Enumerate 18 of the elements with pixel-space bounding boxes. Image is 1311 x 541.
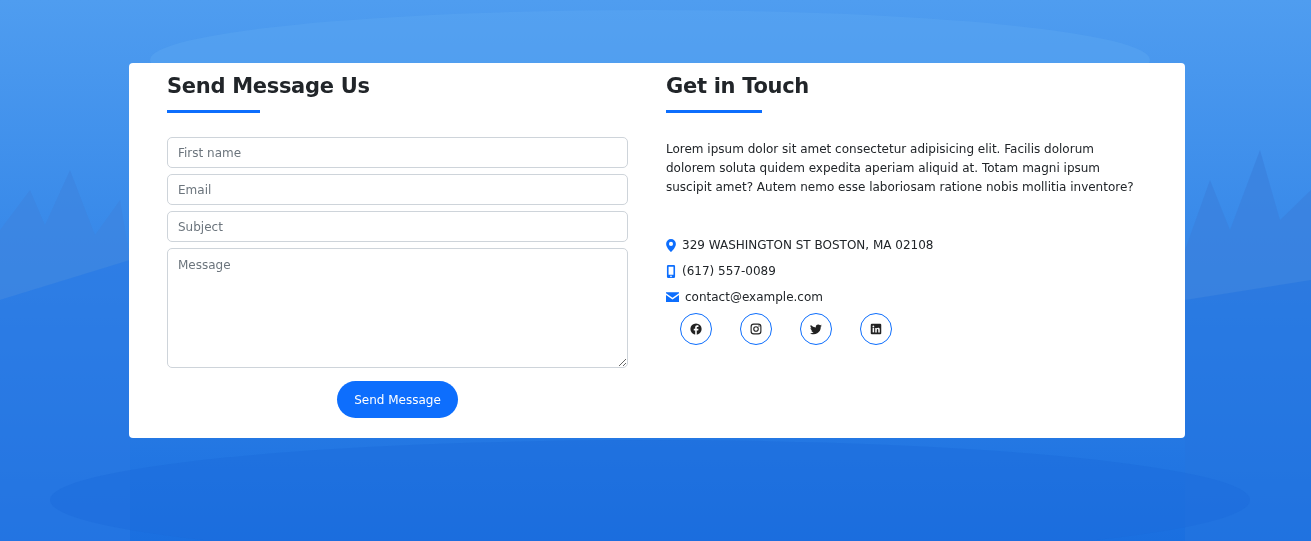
input-field[interactable]: First name <box>167 137 628 168</box>
message-field[interactable]: Message <box>167 248 628 368</box>
section-heading: Get in Touch <box>666 73 810 99</box>
contact-text: contact@example.com <box>685 290 823 304</box>
description-text: Lorem ipsum dolor sit amet consectetur adipisicing elit. Facilis dolorum dolorem soluta quidem expedita aperiam aliquid at. Totam magni ipsum suscipit amet? Autem nemo esse laboriosam ratione nobis mollitia inventore? <box>666 141 1135 196</box>
linkedin-icon <box>870 323 882 335</box>
input-field[interactable]: Subject <box>167 211 628 242</box>
facebook-icon <box>690 323 702 335</box>
section-heading: Send Message Us <box>167 73 371 99</box>
envelope-icon <box>666 292 679 302</box>
bird-icon <box>810 323 822 335</box>
contact-text: (617) 557-0089 <box>682 264 776 278</box>
phone-icon <box>666 264 676 278</box>
send-button[interactable]: Send Message <box>337 381 458 418</box>
input-field[interactable]: Email <box>167 174 628 205</box>
camera-icon <box>750 323 762 335</box>
location-pin-icon <box>666 238 676 252</box>
contact-text: 329 WASHINGTON ST BOSTON, MA 02108 <box>682 238 934 252</box>
